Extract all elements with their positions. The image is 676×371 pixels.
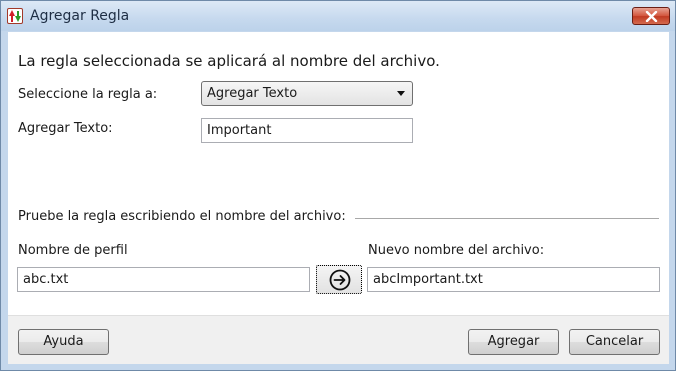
add-text-input[interactable] xyxy=(201,118,413,143)
rule-select[interactable]: Agregar Texto xyxy=(201,81,413,106)
window-title: Agregar Regla xyxy=(30,8,130,24)
app-icon xyxy=(7,8,23,24)
arrow-right-circle-icon xyxy=(329,269,351,291)
new-name-output[interactable] xyxy=(367,267,660,292)
rule-description: La regla seleccionada se aplicará al nom… xyxy=(18,52,440,70)
group-divider xyxy=(355,218,659,219)
new-name-label: Nuevo nombre del archivo: xyxy=(368,243,545,258)
help-button[interactable]: Ayuda xyxy=(18,329,109,355)
apply-test-button[interactable] xyxy=(316,265,362,294)
close-button[interactable] xyxy=(632,7,670,25)
profile-name-input[interactable] xyxy=(17,267,310,292)
dialog-window: Agregar Regla La regla seleccionada se a… xyxy=(0,0,676,371)
close-icon xyxy=(645,11,658,22)
dialog-content: La regla seleccionada se aplicará al nom… xyxy=(8,32,669,364)
test-group-label: Pruebe la regla escribiendo el nombre de… xyxy=(18,209,346,224)
add-button[interactable]: Agregar xyxy=(468,329,559,355)
title-bar[interactable]: Agregar Regla xyxy=(1,1,675,31)
profile-name-label: Nombre de perfil xyxy=(18,243,128,258)
rule-select-label: Seleccione la regla a: xyxy=(18,87,158,102)
chevron-down-icon xyxy=(397,91,405,96)
add-text-label: Agregar Texto: xyxy=(18,121,113,136)
rule-select-value: Agregar Texto xyxy=(207,86,298,101)
cancel-button[interactable]: Cancelar xyxy=(569,329,660,355)
